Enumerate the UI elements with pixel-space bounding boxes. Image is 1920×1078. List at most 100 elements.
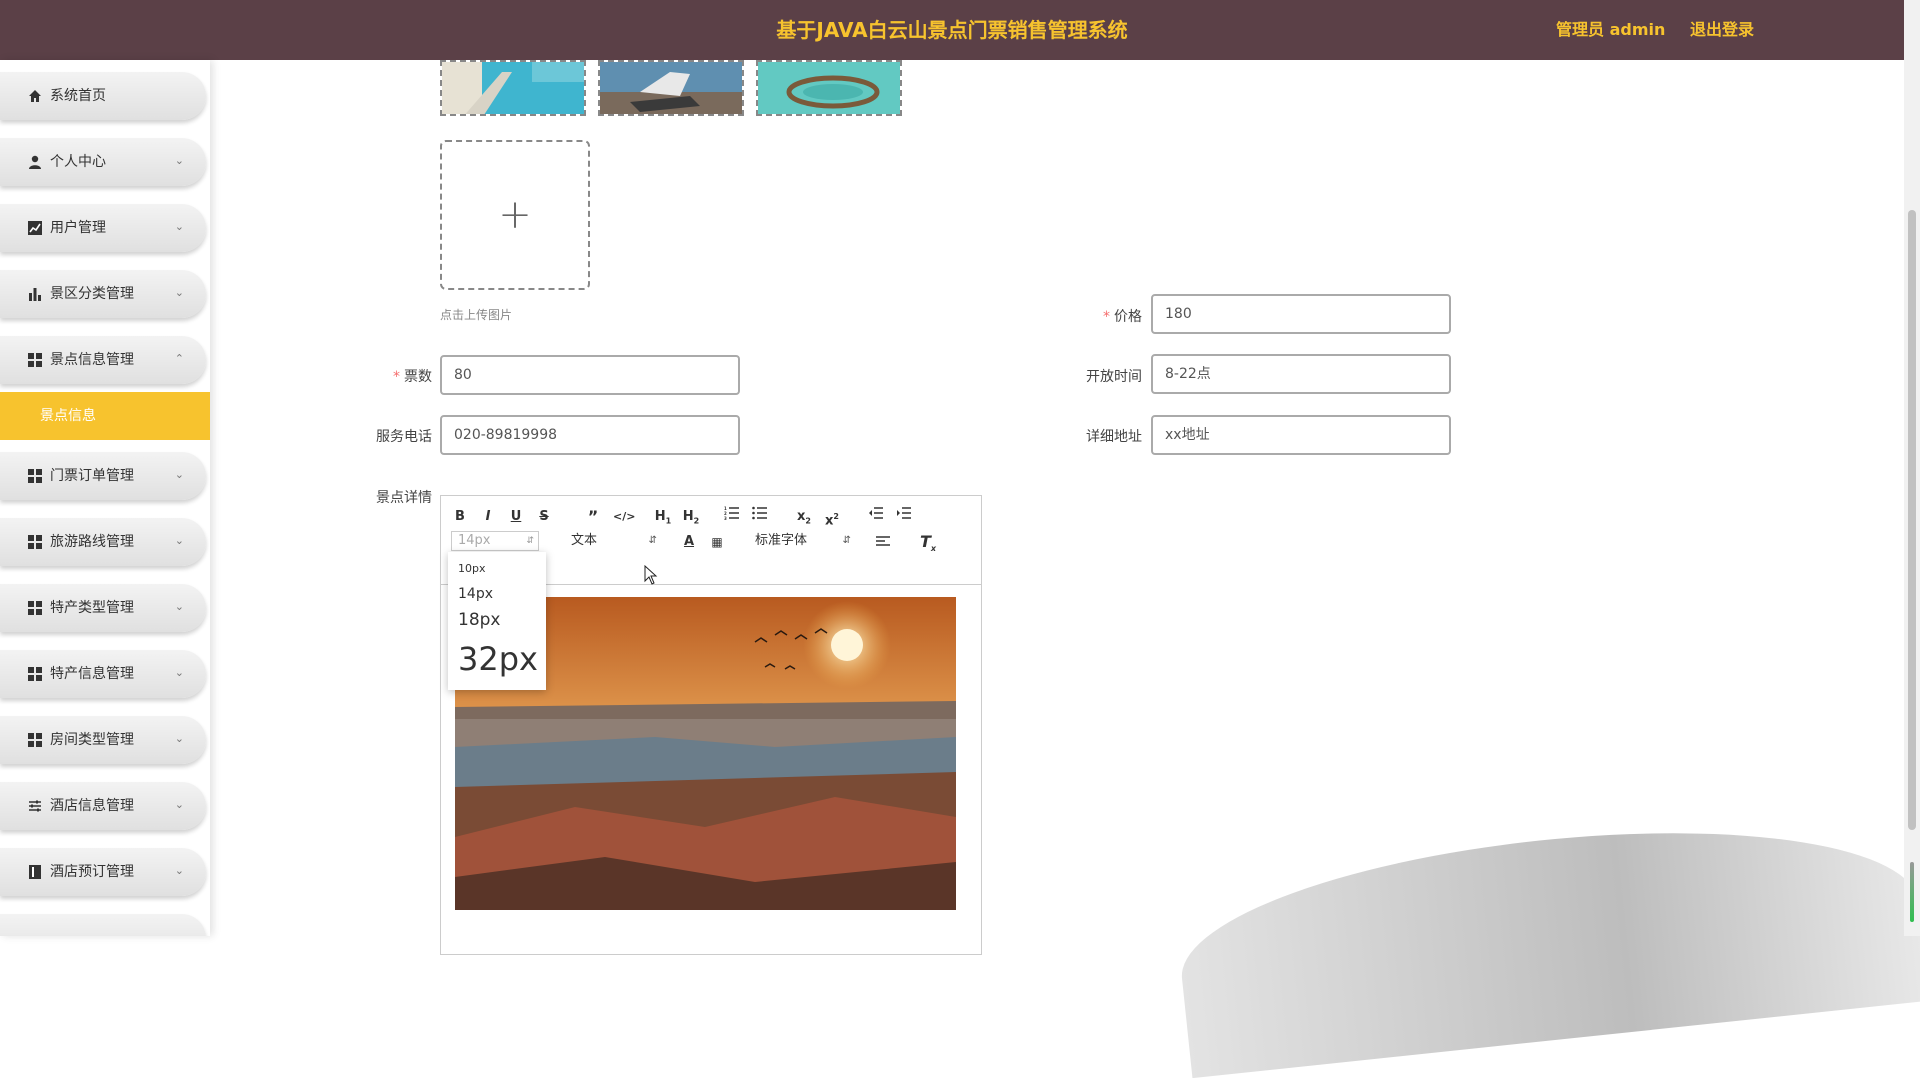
strikethrough-icon[interactable]: S xyxy=(537,506,551,528)
clear-format-icon[interactable]: Tx xyxy=(919,531,937,553)
chevron-down-icon: ⌄ xyxy=(174,220,184,233)
mouse-cursor-icon xyxy=(644,564,658,589)
open-time-input[interactable]: 8-22点 xyxy=(1151,354,1451,394)
grid-icon xyxy=(28,667,42,681)
font-size-option[interactable]: 32px xyxy=(458,640,538,678)
subscript-icon[interactable]: x2 xyxy=(795,506,813,528)
italic-icon[interactable]: I xyxy=(481,506,495,528)
upload-hint: 点击上传图片 xyxy=(440,308,513,322)
tickets-input[interactable]: 80 xyxy=(440,355,740,395)
chevron-down-icon: ⌄ xyxy=(174,286,184,299)
sidebar-item-scenic-info[interactable]: 景点信息管理 ⌃ xyxy=(0,336,206,384)
sidebar-item-label: 酒店预订管理 xyxy=(50,864,134,880)
sidebar-item-label: 系统首页 xyxy=(50,88,106,104)
sidebar-item-more[interactable] xyxy=(0,914,206,936)
font-size-option[interactable]: 10px xyxy=(458,562,486,575)
scroll-indicator xyxy=(1910,862,1914,922)
font-size-option[interactable]: 14px xyxy=(458,586,493,602)
sliders-icon xyxy=(28,799,42,813)
bold-icon[interactable]: B xyxy=(453,506,467,528)
price-label: * 价格 xyxy=(1103,309,1142,325)
chevron-down-icon: ⌄ xyxy=(174,468,184,481)
font-family-select[interactable]: 标准字体 ⇵ xyxy=(755,531,851,551)
book-icon xyxy=(28,865,42,879)
superscript-icon[interactable]: x2 xyxy=(823,506,841,528)
grid-icon xyxy=(28,733,42,747)
uploaded-image-1[interactable] xyxy=(440,60,586,116)
grid-icon xyxy=(28,469,42,483)
sidebar-item-label: 景点信息管理 xyxy=(50,352,134,368)
sidebar-item-label: 旅游路线管理 xyxy=(50,534,134,550)
sidebar-item-label: 用户管理 xyxy=(50,220,106,236)
bar-chart-icon xyxy=(28,287,42,301)
admin-user-label[interactable]: 管理员 admin xyxy=(1556,0,1665,60)
outdent-icon[interactable] xyxy=(867,506,885,528)
underline-icon[interactable]: U xyxy=(509,506,523,528)
required-asterisk: * xyxy=(1103,309,1110,325)
sidebar-item-room-types[interactable]: 房间类型管理 ⌄ xyxy=(0,716,206,764)
blockquote-icon[interactable]: ” xyxy=(585,506,601,528)
chevron-down-icon: ⌄ xyxy=(174,666,184,679)
chevron-down-icon: ⌄ xyxy=(174,600,184,613)
heading-1-icon[interactable]: H1 xyxy=(653,506,673,528)
image-upload-button[interactable]: + xyxy=(440,140,590,290)
top-header: 基于JAVA白云山景点门票销售管理系统 管理员 admin 退出登录 xyxy=(0,0,1904,60)
tickets-label: * 票数 xyxy=(393,369,432,385)
grid-icon xyxy=(28,353,42,367)
font-size-dropdown: 10px 14px 18px 32px xyxy=(448,552,546,690)
user-icon xyxy=(28,155,42,169)
grid-icon xyxy=(28,535,42,549)
font-color-icon[interactable]: A xyxy=(681,531,697,553)
sidebar-item-ticket-orders[interactable]: 门票订单管理 ⌄ xyxy=(0,452,206,500)
bullet-list-icon[interactable] xyxy=(751,506,769,528)
logout-button[interactable]: 退出登录 xyxy=(1690,0,1754,60)
plus-icon: + xyxy=(498,192,532,238)
font-size-select[interactable]: 14px ⇵ xyxy=(451,531,539,551)
code-icon[interactable]: </> xyxy=(613,506,635,528)
price-input[interactable]: 180 xyxy=(1151,294,1451,334)
sidebar-item-hotel-info[interactable]: 酒店信息管理 ⌄ xyxy=(0,782,206,830)
chevron-up-icon: ⌃ xyxy=(174,352,184,365)
sidebar-item-label: 个人中心 xyxy=(50,154,106,170)
sidebar-item-hotel-booking[interactable]: 酒店预订管理 ⌄ xyxy=(0,848,206,896)
background-color-icon[interactable]: ▦ xyxy=(709,531,725,553)
chevron-down-icon: ⌄ xyxy=(174,534,184,547)
sidebar-subitem-scenic-info[interactable]: 景点信息 xyxy=(0,392,210,440)
font-size-option[interactable]: 18px xyxy=(458,610,500,630)
scrollbar-thumb[interactable] xyxy=(1908,210,1916,830)
page-scrollbar[interactable] xyxy=(1904,0,1920,936)
sidebar-item-routes[interactable]: 旅游路线管理 ⌄ xyxy=(0,518,206,566)
grid-icon xyxy=(28,601,42,615)
uploaded-image-2[interactable] xyxy=(598,60,744,116)
open-time-label: 开放时间 xyxy=(1086,369,1142,385)
sidebar-item-label: 特产类型管理 xyxy=(50,600,134,616)
chevron-updown-icon: ⇵ xyxy=(842,535,851,546)
heading-2-icon[interactable]: H2 xyxy=(681,506,701,528)
sidebar-item-label: 特产信息管理 xyxy=(50,666,134,682)
sidebar-item-scenic-category[interactable]: 景区分类管理 ⌄ xyxy=(0,270,206,318)
sidebar-item-users[interactable]: 用户管理 ⌄ xyxy=(0,204,206,252)
header-select[interactable]: 文本 ⇵ xyxy=(571,531,657,551)
indent-icon[interactable] xyxy=(895,506,913,528)
chevron-down-icon: ⌄ xyxy=(174,732,184,745)
sidebar-item-specialty-info[interactable]: 特产信息管理 ⌄ xyxy=(0,650,206,698)
background-decoration xyxy=(1171,801,1920,1078)
sidebar-item-home[interactable]: 系统首页 xyxy=(0,72,206,120)
sidebar-item-personal[interactable]: 个人中心 ⌄ xyxy=(0,138,206,186)
sidebar-item-specialty-types[interactable]: 特产类型管理 ⌄ xyxy=(0,584,206,632)
required-asterisk: * xyxy=(393,369,400,385)
sidebar-item-label: 酒店信息管理 xyxy=(50,798,134,814)
uploaded-image-3[interactable] xyxy=(756,60,902,116)
chart-icon xyxy=(28,221,42,235)
address-label: 详细地址 xyxy=(1086,429,1142,445)
ordered-list-icon[interactable]: 123 xyxy=(723,506,741,528)
detail-label: 景点详情 xyxy=(376,490,432,506)
phone-input[interactable]: 020-89819998 xyxy=(440,415,740,455)
sidebar-item-label: 景区分类管理 xyxy=(50,286,134,302)
editor-toolbar-row-1: B I U S ” </> H1 H2 123 x2 x2 xyxy=(453,506,973,528)
align-left-icon[interactable] xyxy=(875,531,891,553)
sidebar: 系统首页 个人中心 ⌄ 用户管理 ⌄ 景区分类管理 ⌄ 景点信息管理 ⌃ 景点信… xyxy=(0,60,210,936)
sidebar-item-label: 房间类型管理 xyxy=(50,732,134,748)
sidebar-item-label: 门票订单管理 xyxy=(50,468,134,484)
address-input[interactable]: xx地址 xyxy=(1151,415,1451,455)
